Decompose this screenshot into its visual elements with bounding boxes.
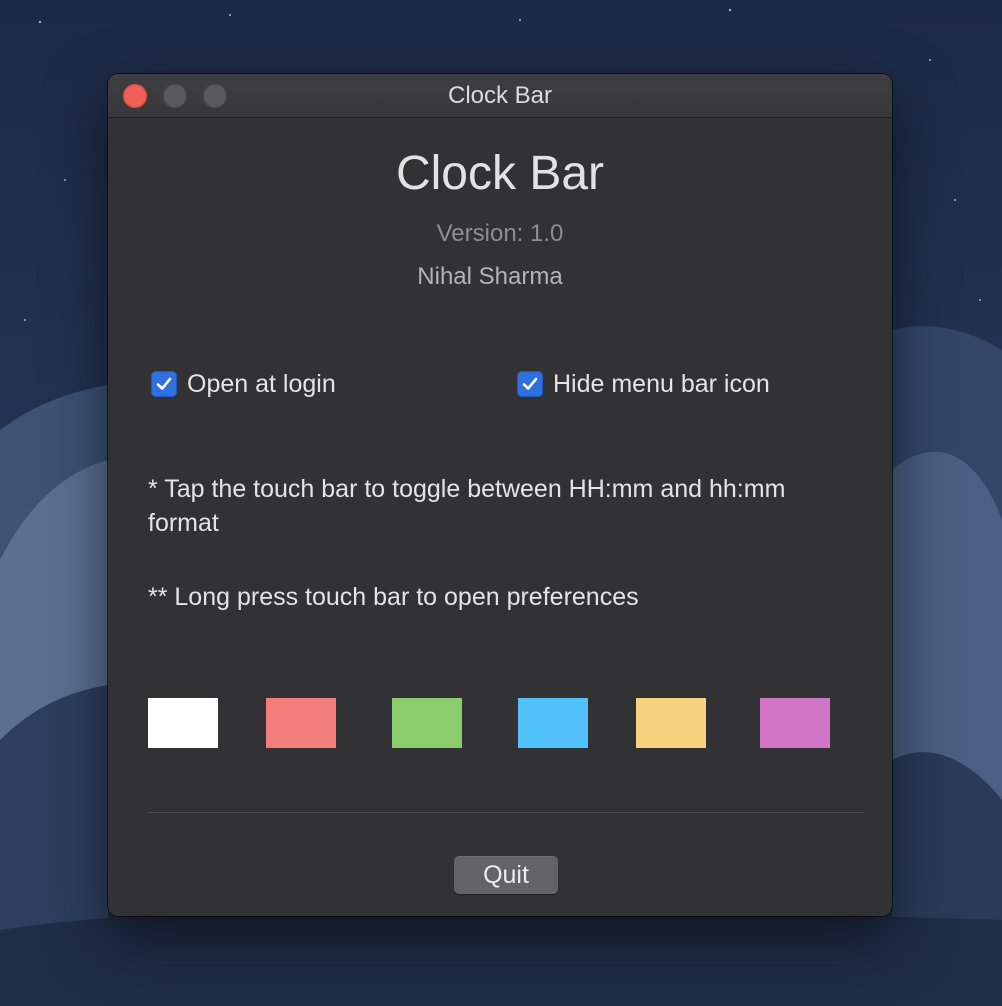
hide-menu-bar-icon-checkbox[interactable] — [517, 371, 543, 397]
long-press-note: ** Long press touch bar to open preferen… — [148, 583, 639, 611]
open-at-login-option[interactable]: Open at login — [151, 369, 336, 399]
color-swatch-purple[interactable] — [760, 698, 830, 748]
hide-menu-bar-icon-option[interactable]: Hide menu bar icon — [517, 369, 770, 399]
separator — [148, 812, 864, 813]
tap-touch-bar-note: * Tap the touch bar to toggle between HH… — [148, 475, 786, 537]
window-title: Clock Bar — [447, 82, 553, 109]
color-swatch-yellow[interactable] — [636, 698, 706, 748]
about-window: Clock Bar Clock Bar Version: 1.0 Nihal S… — [108, 74, 892, 916]
color-swatch-blue[interactable] — [518, 698, 588, 748]
checkmark-icon — [522, 377, 538, 390]
author-label: Nihal Sharma — [417, 263, 563, 290]
quit-button[interactable]: Quit — [454, 856, 558, 894]
hide-menu-bar-icon-label: Hide menu bar icon — [553, 370, 770, 398]
title-bar[interactable]: Clock Bar — [108, 74, 892, 118]
color-swatch-red[interactable] — [266, 698, 336, 748]
open-at-login-label: Open at login — [187, 370, 336, 398]
color-swatch-green[interactable] — [392, 698, 462, 748]
open-at-login-checkbox[interactable] — [151, 371, 177, 397]
app-name-heading: Clock Bar — [395, 147, 605, 200]
version-label: Version: 1.0 — [436, 220, 564, 247]
checkmark-icon — [156, 377, 172, 390]
color-swatch-white[interactable] — [148, 698, 218, 748]
